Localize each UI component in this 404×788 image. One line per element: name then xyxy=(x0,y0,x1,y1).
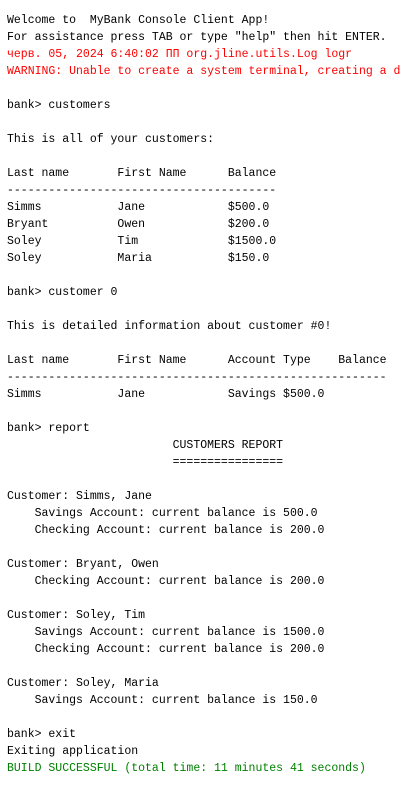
console-line: Welcome to MyBank Console Client App! xyxy=(7,14,270,27)
console-line: Soley Tim $1500.0 xyxy=(7,235,277,248)
console-line: bank> exit xyxy=(7,728,77,741)
console-line: ================ xyxy=(7,456,284,469)
console-line: Bryant Owen $200.0 xyxy=(7,218,270,231)
console-line: bank> customer 0 xyxy=(7,286,118,299)
console-line: Customer: Simms, Jane xyxy=(7,490,152,503)
console-line: Last name First Name Account Type Balanc… xyxy=(7,354,387,367)
console-line: Customer: Soley, Maria xyxy=(7,677,159,690)
console-line: ----------------------------------------… xyxy=(7,371,387,384)
console-line: Simms Jane Savings $500.0 xyxy=(7,388,325,401)
console-line: This is all of your customers: xyxy=(7,133,215,146)
console-line: Soley Maria $150.0 xyxy=(7,252,270,265)
console-line: bank> report xyxy=(7,422,90,435)
console-line: Exiting application xyxy=(7,745,139,758)
console-line: bank> customers xyxy=(7,99,111,112)
console-line: For assistance press TAB or type "help" … xyxy=(7,31,387,44)
console-line: --------------------------------------- xyxy=(7,184,277,197)
console-line: WARNING: Unable to create a system termi… xyxy=(7,65,401,78)
console-output[interactable]: Welcome to MyBank Console Client App! For… xyxy=(7,12,404,777)
console-line: Customer: Bryant, Owen xyxy=(7,558,159,571)
console-line: This is detailed information about custo… xyxy=(7,320,332,333)
console-line: Last name First Name Balance xyxy=(7,167,277,180)
console-line: Customer: Soley, Tim xyxy=(7,609,146,622)
console-line: Savings Account: current balance is 500.… xyxy=(7,507,318,520)
console-line: Checking Account: current balance is 200… xyxy=(7,643,325,656)
console-line: Checking Account: current balance is 200… xyxy=(7,524,325,537)
console-line: Savings Account: current balance is 1500… xyxy=(7,626,325,639)
console-line: BUILD SUCCESSFUL (total time: 11 minutes… xyxy=(7,762,366,775)
console-line: Simms Jane $500.0 xyxy=(7,201,270,214)
console-line: черв. 05, 2024 6:40:02 ПП org.jline.util… xyxy=(7,48,353,61)
console-line: CUSTOMERS REPORT xyxy=(7,439,284,452)
console-line: Checking Account: current balance is 200… xyxy=(7,575,325,588)
console-line: Savings Account: current balance is 150.… xyxy=(7,694,318,707)
